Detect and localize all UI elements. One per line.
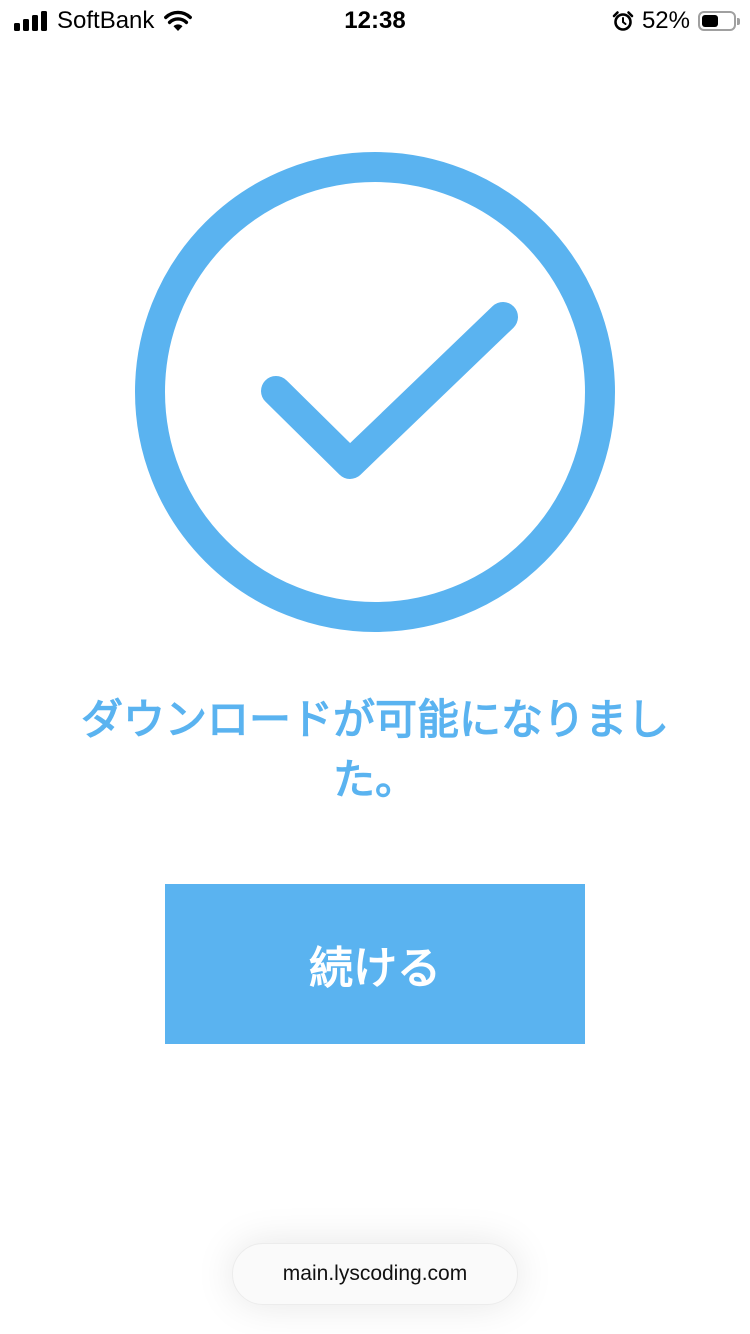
url-bar[interactable]: main.lyscoding.com xyxy=(232,1243,518,1305)
battery-fill xyxy=(702,15,718,27)
battery-cap xyxy=(737,18,740,25)
screen: SoftBank 12:38 52% ダウンロードが可能になりました。 続ける … xyxy=(0,0,750,1334)
status-bar-right: 52% xyxy=(612,6,740,36)
continue-button[interactable]: 続ける xyxy=(165,884,585,1044)
status-bar: SoftBank 12:38 52% xyxy=(0,0,750,40)
alarm-icon xyxy=(612,11,634,31)
check-circle-icon xyxy=(135,152,615,632)
battery-percent: 52% xyxy=(641,7,690,34)
url-text: main.lyscoding.com xyxy=(282,1262,468,1285)
success-message: ダウンロードが可能になりました。 xyxy=(80,695,669,804)
battery-icon xyxy=(698,11,740,31)
